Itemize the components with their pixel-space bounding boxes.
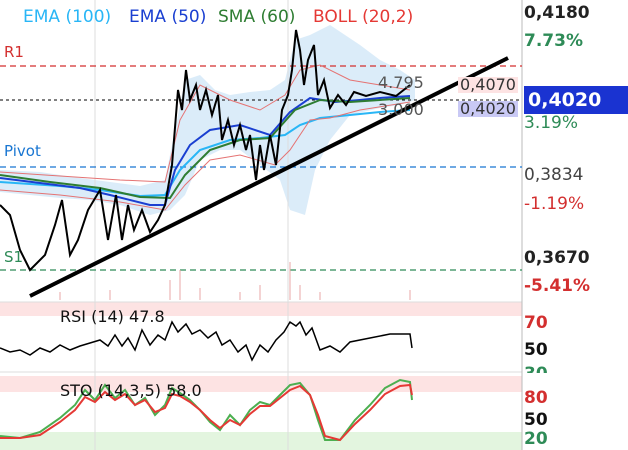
rsi-level-70: 70: [524, 313, 548, 333]
sto-level-50: 50: [524, 410, 548, 430]
volume-bars: [59, 262, 411, 300]
fib-top-label: 4.795: [378, 73, 424, 92]
current-value-label: 0,4020: [458, 99, 518, 118]
sto-label: STO (14,3,5) 58.0: [60, 381, 202, 400]
s1-label: S1: [4, 248, 24, 266]
axis-pct-up: 3.19%: [524, 113, 579, 133]
pivot-label: Pivot: [4, 142, 41, 160]
fib-bottom-label: 3.000: [378, 100, 424, 119]
legend-boll: BOLL (20,2): [313, 7, 414, 27]
legend-ema-50: EMA (50): [129, 7, 207, 27]
sto-oversold-zone: [0, 432, 522, 450]
axis-pct-down1: -1.19%: [524, 194, 585, 214]
current-price-badge: 0,4020: [524, 86, 628, 114]
axis-top-pct: 7.73%: [524, 31, 583, 51]
r1-value-label: 0,4070: [458, 75, 518, 94]
axis-top-price: 0,4180: [524, 3, 590, 23]
rsi-level-30: 30: [524, 366, 628, 373]
legend-ema-100: EMA (100): [23, 7, 112, 27]
sto-level-20: 20: [524, 429, 548, 449]
r1-label: R1: [4, 43, 24, 61]
rsi-label: RSI (14) 47.8: [60, 307, 165, 326]
sto-level-80: 80: [524, 388, 548, 408]
axis-s1-price: 0,3670: [524, 248, 590, 268]
axis-pivot-price: 0,3834: [524, 165, 584, 185]
rsi-level-50: 50: [524, 340, 548, 360]
axis-pct-down2: -5.41%: [524, 276, 591, 296]
rsi-line: [0, 320, 413, 362]
legend-sma-60: SMA (60): [218, 7, 296, 27]
